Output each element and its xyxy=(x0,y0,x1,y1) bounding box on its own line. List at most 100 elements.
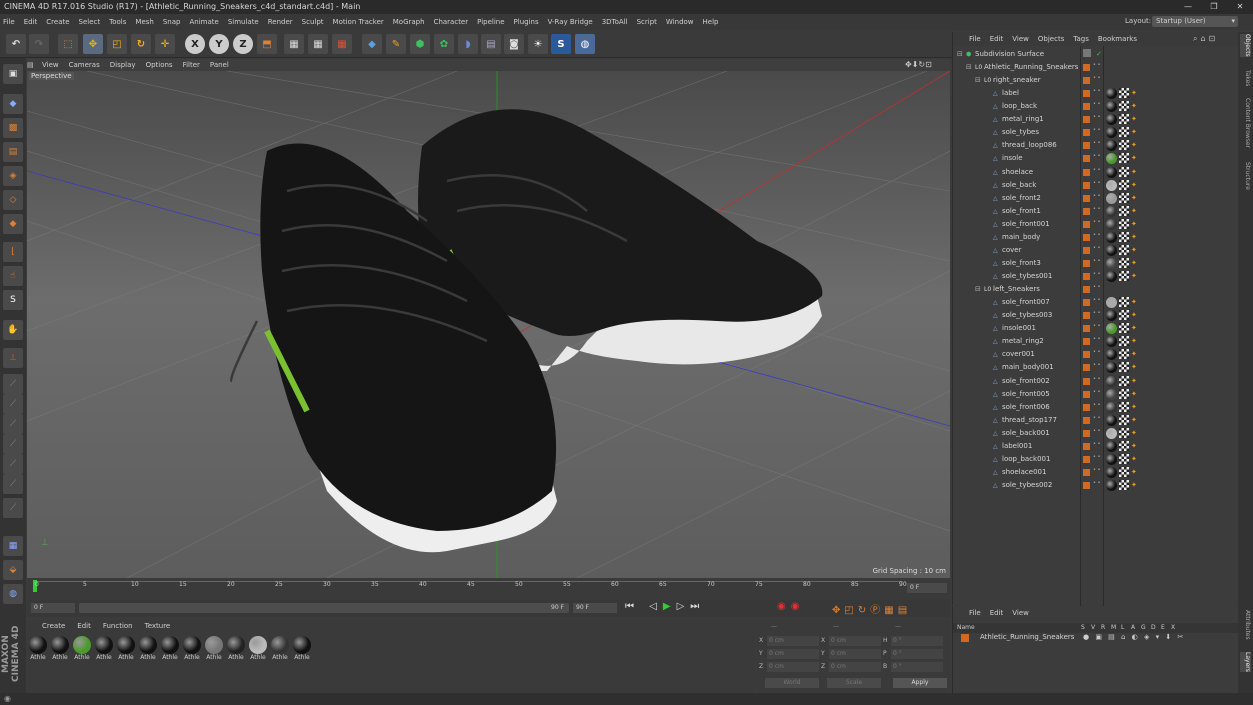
phong-tag-icon[interactable]: ✦ xyxy=(1131,416,1139,425)
object-row[interactable]: △ main_body001 • • ✦ xyxy=(953,361,1239,374)
material-tag-icon[interactable] xyxy=(1106,336,1117,348)
viewport-menu-options[interactable]: Options xyxy=(146,61,173,69)
visibility-dots-icon[interactable]: • • xyxy=(1093,76,1101,85)
layer-swatch[interactable] xyxy=(1083,103,1090,111)
phong-tag-icon[interactable]: ✦ xyxy=(1131,259,1139,268)
material-tag-icon[interactable] xyxy=(1106,101,1117,113)
object-row[interactable]: △ sole_front001 • • ✦ xyxy=(953,218,1239,231)
phong-tag-icon[interactable]: ✦ xyxy=(1131,272,1139,281)
layer-swatch[interactable] xyxy=(1083,364,1090,372)
object-row[interactable]: △ insole • • ✦ xyxy=(953,152,1239,165)
material-tag-icon[interactable] xyxy=(1106,218,1117,230)
object-menu-edit[interactable]: Edit xyxy=(990,35,1004,43)
menu-script[interactable]: Script xyxy=(637,18,657,26)
coord-value-field[interactable]: 0 ° xyxy=(891,662,943,672)
layer-swatch[interactable] xyxy=(1083,481,1090,489)
material-tag-icon[interactable] xyxy=(1106,375,1117,387)
layer-swatch[interactable] xyxy=(1083,377,1090,385)
layout-select[interactable]: Startup (User) ▾ xyxy=(1152,16,1238,27)
visibility-dots-icon[interactable]: • • xyxy=(1093,115,1101,124)
pla-key-icon[interactable]: ▦ xyxy=(884,605,897,616)
uvw-tag-icon[interactable] xyxy=(1119,375,1129,386)
menu-simulate[interactable]: Simulate xyxy=(228,18,259,26)
coord-value-field[interactable]: 0 cm xyxy=(829,649,881,659)
brush-icon[interactable]: ✋ xyxy=(3,320,23,340)
uvw-tag-icon[interactable] xyxy=(1119,257,1129,268)
expand-icon[interactable]: ⊟ xyxy=(957,48,963,61)
phong-tag-icon[interactable]: ✦ xyxy=(1131,233,1139,242)
phong-tag-icon[interactable]: ✦ xyxy=(1131,363,1139,372)
current-frame-field[interactable]: 0 F xyxy=(907,583,947,593)
uvw-tag-icon[interactable] xyxy=(1119,310,1129,321)
object-row[interactable]: ⊟ ⬢ Subdivision Surface ✓ xyxy=(953,48,1239,61)
phong-tag-icon[interactable]: ✦ xyxy=(1131,141,1139,150)
object-row[interactable]: △ label • • ✦ xyxy=(953,87,1239,100)
viewport-nav-icons[interactable]: ✥⬇↻⊡ xyxy=(905,59,950,71)
material-menu-function[interactable]: Function xyxy=(103,622,133,630)
object-row[interactable]: △ metal_ring2 • • ✦ xyxy=(953,335,1239,348)
coord-value-field[interactable]: 0 cm xyxy=(767,662,819,672)
layer-swatch[interactable] xyxy=(1083,442,1090,450)
points-mode-icon[interactable]: ◈ xyxy=(3,166,23,186)
menu-pipeline[interactable]: Pipeline xyxy=(477,18,504,26)
uvw-tag-icon[interactable] xyxy=(1119,88,1129,99)
visibility-dots-icon[interactable]: • • xyxy=(1093,337,1101,346)
go-to-end-icon[interactable]: ⏭ xyxy=(690,601,705,612)
layer-color-swatch[interactable] xyxy=(961,634,969,642)
phong-tag-icon[interactable]: ✦ xyxy=(1131,194,1139,203)
end-frame-field[interactable]: 90 F xyxy=(573,603,617,613)
phong-tag-icon[interactable]: ✦ xyxy=(1131,168,1139,177)
layer-swatch[interactable] xyxy=(1083,299,1090,307)
menu-v-ray-bridge[interactable]: V-Ray Bridge xyxy=(548,18,593,26)
menu-snap[interactable]: Snap xyxy=(163,18,181,26)
expand-icon[interactable]: ⊟ xyxy=(966,61,972,74)
object-row[interactable]: △ sole_back001 • • ✦ xyxy=(953,427,1239,440)
phong-tag-icon[interactable]: ✦ xyxy=(1131,455,1139,464)
close-button[interactable]: ✕ xyxy=(1227,0,1253,14)
layer-row-name[interactable]: Athletic_Running_Sneakers xyxy=(980,633,1074,641)
visibility-dots-icon[interactable]: • • xyxy=(1093,298,1101,307)
visibility-dots-icon[interactable]: • • xyxy=(1093,128,1101,137)
phong-tag-icon[interactable]: ✦ xyxy=(1131,429,1139,438)
material-tag-icon[interactable] xyxy=(1106,244,1117,256)
material-menu-create[interactable]: Create xyxy=(42,622,65,630)
layer-swatch[interactable] xyxy=(1083,207,1090,215)
layer-swatch[interactable] xyxy=(1083,220,1090,228)
3d-viewport[interactable]: Perspective Grid Spacing : 10 cm ⊥ xyxy=(27,71,950,578)
live-selection-icon[interactable]: ⬚ xyxy=(58,34,78,54)
object-row[interactable]: △ metal_ring1 • • ✦ xyxy=(953,113,1239,126)
layer-toggles[interactable]: ● ▣ ▤ ⌂ ◐ ◈ ▾ ⬇ ✂ xyxy=(1083,633,1185,641)
s-logo-icon[interactable]: S xyxy=(551,34,571,54)
object-row[interactable]: △ sole_back • • ✦ xyxy=(953,179,1239,192)
material-item[interactable]: Athle xyxy=(27,635,49,661)
uvw-tag-icon[interactable] xyxy=(1119,114,1129,125)
keyframe-tools[interactable]: ✥◰↻Ⓟ▦▤ xyxy=(832,601,911,616)
visibility-dots-icon[interactable]: • • xyxy=(1093,428,1101,438)
phong-tag-icon[interactable]: ✦ xyxy=(1131,115,1139,124)
object-row[interactable]: △ loop_back001 • • ✦ xyxy=(953,453,1239,466)
material-item[interactable]: Athle xyxy=(137,635,159,661)
object-menu-bookmarks[interactable]: Bookmarks xyxy=(1098,35,1137,43)
material-tag-icon[interactable] xyxy=(1106,257,1117,269)
sculpt-tool-4-icon[interactable]: ⟋ xyxy=(3,434,23,454)
object-menu-view[interactable]: View xyxy=(1012,35,1029,43)
material-menu-texture[interactable]: Texture xyxy=(145,622,171,630)
material-tag-icon[interactable] xyxy=(1106,401,1117,413)
layer-swatch[interactable] xyxy=(1083,455,1090,463)
material-item[interactable]: Athle xyxy=(49,635,71,661)
layer-menu-edit[interactable]: Edit xyxy=(990,609,1004,617)
object-row[interactable]: ⊟ L0 Athletic_Running_Sneakers • • xyxy=(953,61,1239,74)
layer-swatch[interactable] xyxy=(1083,233,1090,241)
tab-attributes[interactable]: Attributes xyxy=(1240,610,1251,640)
object-menu-tags[interactable]: Tags xyxy=(1073,35,1089,43)
autokey-icon[interactable]: ◉ xyxy=(791,601,805,612)
z-axis-icon[interactable]: Z xyxy=(233,34,253,54)
maximize-button[interactable]: ❐ xyxy=(1201,0,1227,14)
layer-swatch[interactable] xyxy=(1083,312,1090,320)
phong-tag-icon[interactable]: ✦ xyxy=(1131,207,1139,216)
next-key-icon[interactable]: ▷ xyxy=(677,601,691,612)
visibility-dots-icon[interactable]: • • xyxy=(1093,102,1101,111)
material-tag-icon[interactable] xyxy=(1106,114,1117,126)
menu-mograph[interactable]: MoGraph xyxy=(393,18,425,26)
phong-tag-icon[interactable]: ✦ xyxy=(1131,128,1139,137)
